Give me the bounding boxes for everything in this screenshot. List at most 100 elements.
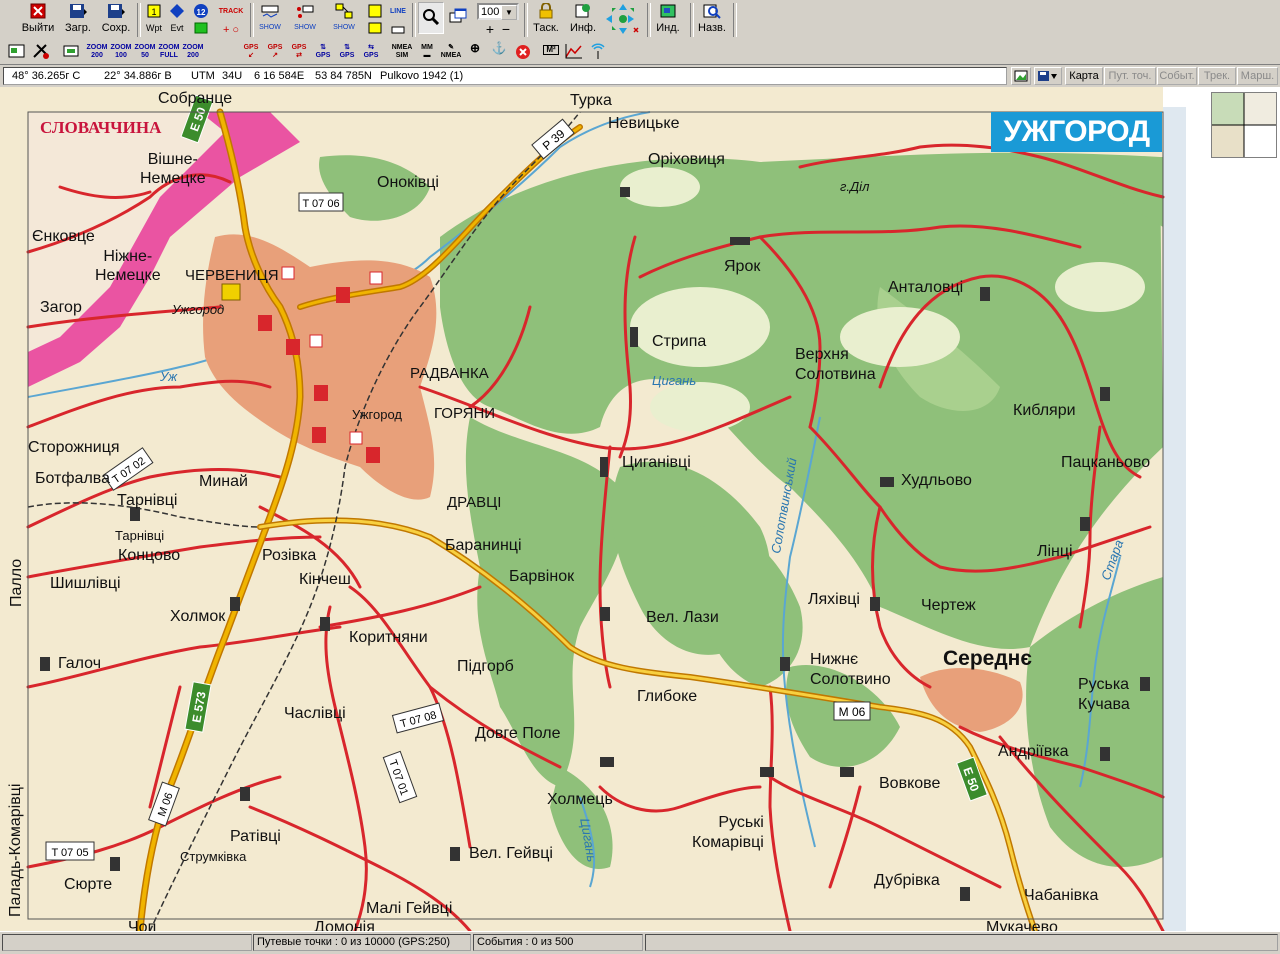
- index-button[interactable]: Инд.: [652, 2, 684, 38]
- zoom-100-button[interactable]: ZOOM 100: [110, 41, 132, 62]
- minus-icon[interactable]: −: [502, 21, 510, 37]
- country-label: СЛОВАЧЧИНА: [40, 118, 162, 137]
- gps-arrow-icon: ↙: [248, 52, 254, 59]
- zoom-50-button[interactable]: ZOOM 50: [134, 41, 156, 62]
- map-window-icon: [8, 44, 25, 58]
- windows-button[interactable]: [446, 2, 470, 38]
- place-label: Розівка: [262, 547, 317, 564]
- stop-button[interactable]: [512, 41, 534, 62]
- chevron-down-icon: ▼: [501, 5, 517, 20]
- zoom-in-out-buttons[interactable]: + −: [480, 21, 516, 37]
- line-tool-button[interactable]: LINE: [388, 2, 408, 38]
- place-label: Андріївка: [998, 743, 1069, 760]
- place-label: Вішне- Немецке: [140, 151, 206, 187]
- zoom-full-button[interactable]: ZOOM FULL: [158, 41, 180, 62]
- pan-button[interactable]: [603, 2, 643, 38]
- ruler-icon: [391, 26, 405, 34]
- place-label: Кінчеш: [299, 571, 351, 588]
- zoom-select[interactable]: 100 ▼: [477, 3, 519, 20]
- separator: [733, 3, 737, 37]
- status-pane-right: [645, 934, 1278, 951]
- zoom-200-button[interactable]: ZOOM 200: [86, 41, 108, 62]
- place-label: Сюрте: [64, 876, 113, 893]
- map-window-button[interactable]: [6, 41, 28, 62]
- separator: [524, 3, 528, 37]
- stop-icon: [516, 45, 530, 59]
- place-label: Єнковце: [32, 228, 95, 245]
- anchor-button[interactable]: ⚓: [488, 41, 510, 62]
- picture-icon: [1014, 70, 1028, 82]
- gps-arrow-icon: ↗: [272, 52, 278, 59]
- overview-map[interactable]: [1211, 92, 1277, 158]
- events-tab-button[interactable]: Событ.: [1157, 67, 1197, 85]
- print-icon: [63, 45, 79, 57]
- mm-button[interactable]: MM ▬: [416, 41, 438, 62]
- signal-icon: [591, 43, 605, 59]
- place-label: Чертеж: [921, 597, 976, 614]
- nmea-button[interactable]: ✎ NMEA: [440, 41, 462, 62]
- place-label: Ляхівці: [808, 591, 860, 608]
- load-button[interactable]: Загр.: [60, 2, 96, 38]
- place-label: Холмець: [547, 791, 613, 808]
- gps-button-5[interactable]: ⇅ GPS: [336, 41, 358, 62]
- map-viewport[interactable]: E 50 P 39 T 07 06 T 07 02 E 573 M 06 T 0…: [0, 87, 1280, 936]
- profile-chart-icon: [565, 44, 582, 59]
- place-label: Циганівці: [622, 454, 691, 471]
- gps-button-6[interactable]: ⇆ GPS: [360, 41, 382, 62]
- names-button[interactable]: Назв.: [695, 2, 729, 38]
- line-button[interactable]: [365, 2, 385, 38]
- show-route-button[interactable]: SHOW: [330, 2, 358, 38]
- profile-button[interactable]: [563, 41, 585, 62]
- gps-button-3[interactable]: GPS ⇄: [288, 41, 310, 62]
- show-track-button[interactable]: SHOW: [256, 2, 284, 38]
- track-tab-button[interactable]: Трек.: [1198, 67, 1236, 85]
- target-button[interactable]: ⊕: [464, 41, 486, 62]
- gps-arrow-icon: ⇄: [296, 52, 302, 59]
- route-tab-button[interactable]: Марш.: [1237, 67, 1278, 85]
- area-button[interactable]: M²: [540, 41, 562, 62]
- road-sign-m06-east: M 06: [833, 701, 871, 721]
- find-name-icon: [703, 4, 721, 19]
- place-label: Турка: [570, 92, 612, 109]
- print-button[interactable]: [60, 41, 82, 62]
- nmea-sim-button[interactable]: NMEA SIM: [389, 41, 415, 62]
- info-button[interactable]: Инф.: [567, 2, 599, 38]
- exit-button[interactable]: Выйти: [18, 2, 58, 38]
- show-waypoints-button[interactable]: SHOW: [291, 2, 319, 38]
- tools-button[interactable]: [30, 41, 52, 62]
- gps-button-4[interactable]: ⇅ GPS: [312, 41, 334, 62]
- secondary-toolbar: ZOOM 200 ZOOM 100 ZOOM 50 ZOOM FULL ZOOM 200 …: [0, 40, 1280, 65]
- save-button[interactable]: Сохр.: [98, 2, 134, 38]
- waypoints-tab-button[interactable]: Пут. точ.: [1104, 67, 1156, 85]
- event-button[interactable]: Evt: [166, 2, 188, 38]
- lock-icon: [539, 3, 553, 19]
- gps-button-1[interactable]: GPS ↙: [240, 41, 262, 62]
- zoom-200b-button[interactable]: ZOOM 200: [182, 41, 204, 62]
- number-button[interactable]: 12: [189, 2, 213, 38]
- place-label: Середнє: [943, 647, 1032, 670]
- map-image-button[interactable]: [1011, 67, 1031, 85]
- place-label: Анталовці: [888, 279, 964, 296]
- pen-icon: ✎: [448, 44, 454, 51]
- magnifier-button[interactable]: [418, 2, 444, 34]
- signal-button[interactable]: [587, 41, 609, 62]
- plus-icon[interactable]: +: [486, 21, 494, 37]
- place-label: Вовкове: [879, 775, 941, 792]
- place-label: Ужгород: [172, 302, 225, 317]
- overview-grid: [1212, 93, 1276, 157]
- place-label: Кибляри: [1013, 402, 1076, 419]
- place-label: Коритняни: [349, 629, 428, 646]
- map-tab-button[interactable]: Карта: [1065, 67, 1103, 85]
- status-pane-empty: [2, 934, 252, 951]
- road-sign-t0706: T 07 06: [298, 192, 344, 212]
- map-canvas[interactable]: E 50 P 39 T 07 06 T 07 02 E 573 M 06 T 0…: [0, 87, 1280, 931]
- place-label: Вел. Лази: [646, 609, 719, 626]
- place-label: Шишлівці: [50, 575, 121, 592]
- save-map-button[interactable]: [1034, 67, 1062, 85]
- gps-button-2[interactable]: GPS ↗: [264, 41, 286, 62]
- waypoint-button[interactable]: 1 Wpt: [143, 2, 165, 38]
- tasks-button[interactable]: Таск.: [529, 2, 563, 38]
- crosshair-icon: ⊕: [469, 41, 481, 55]
- track-button[interactable]: TRACK + ○: [216, 2, 246, 38]
- main-toolbar: Выйти Загр. Сохр. 1 Wpt Evt 12 TRACK + ○…: [0, 0, 1280, 41]
